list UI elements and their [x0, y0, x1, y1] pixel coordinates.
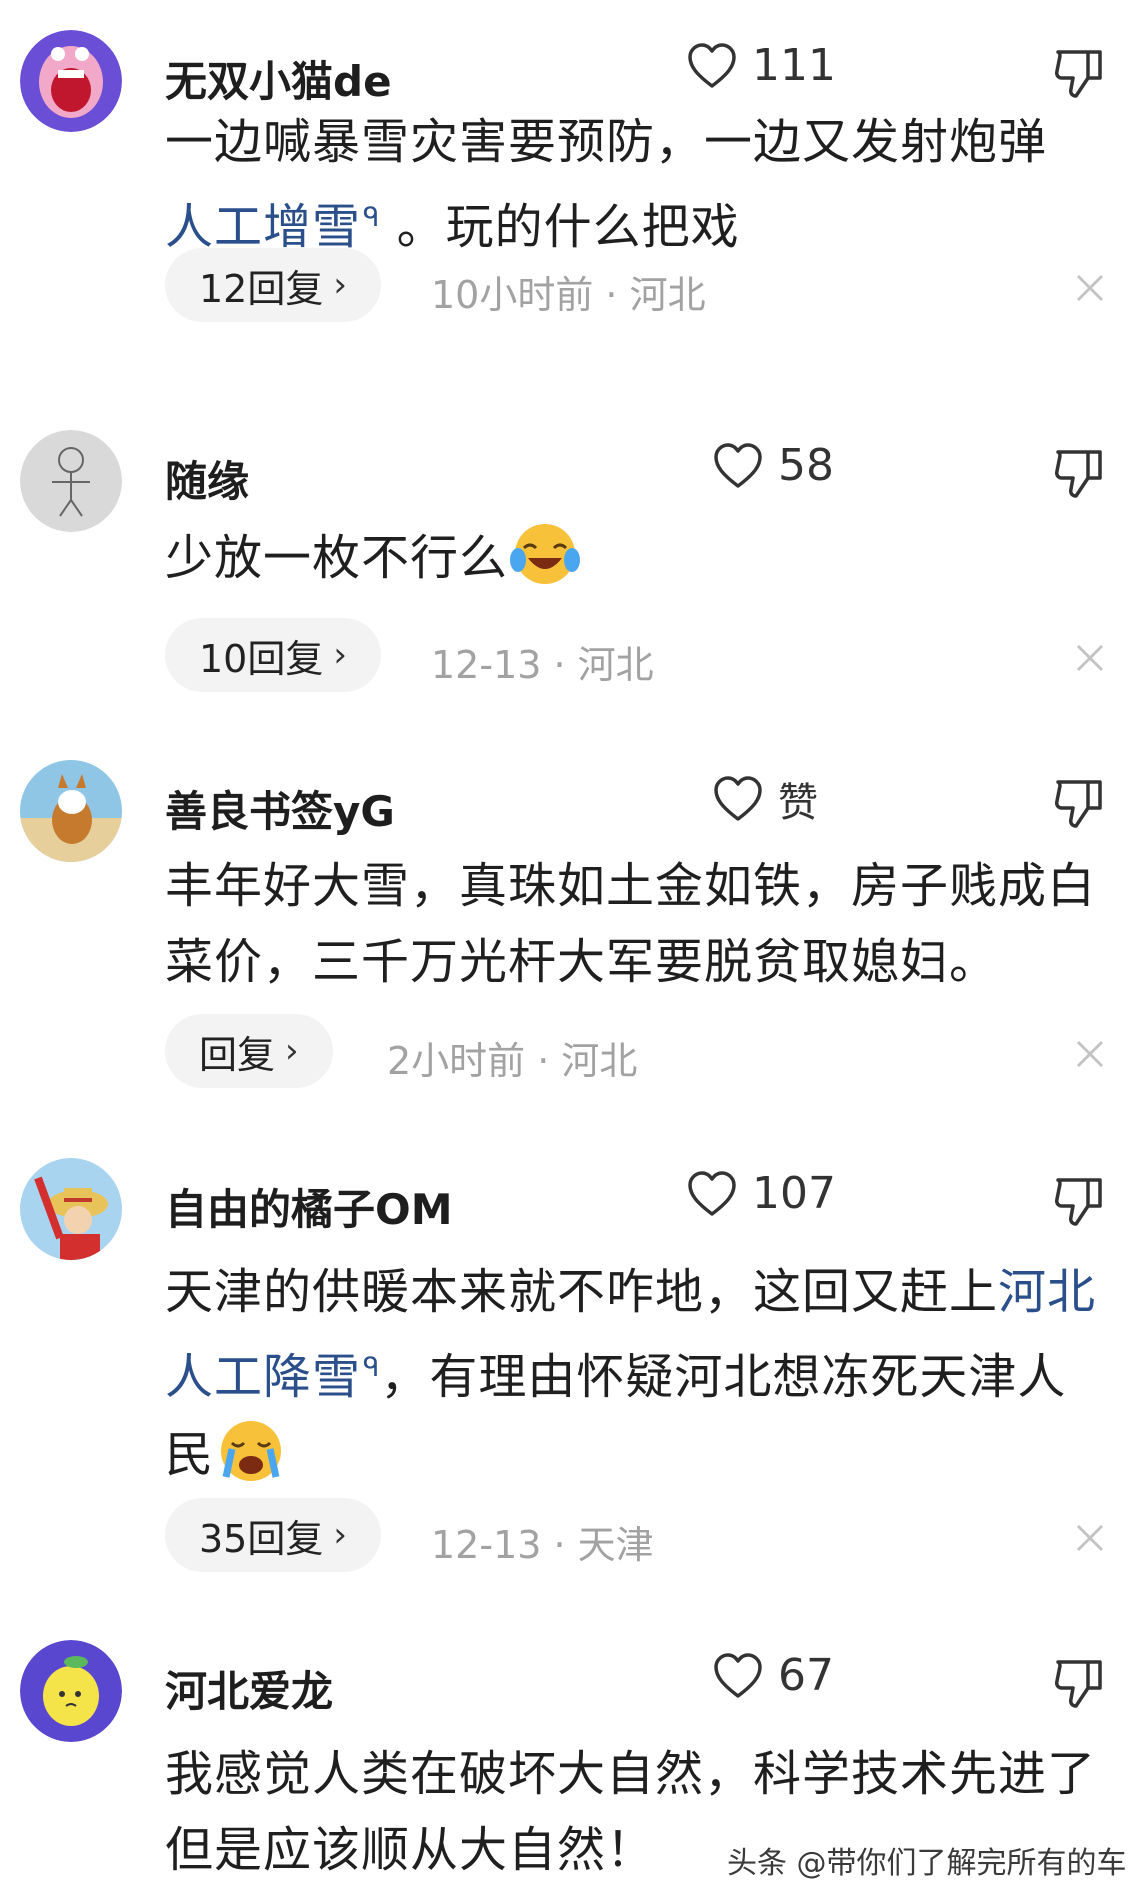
- comment-text: 天津的供暖本来就不咋地，这回又赶上河北人工降雪ᑫ，有理由怀疑河北想冻死天津人民: [165, 1254, 1105, 1493]
- thumbs-down-icon: [1055, 780, 1102, 828]
- search-icon: ᑫ: [363, 1353, 381, 1383]
- avatar[interactable]: [20, 1158, 122, 1260]
- search-link[interactable]: 人工增雪ᑫ: [165, 199, 380, 255]
- close-icon: [1076, 644, 1104, 672]
- heart-outline-icon: [688, 1170, 736, 1216]
- like-button[interactable]: 58: [712, 440, 834, 491]
- chevron-right-icon: ›: [333, 635, 347, 675]
- replies-button[interactable]: 12回复 ›: [165, 248, 381, 322]
- comment-text-part: 天津的供暖本来就不咋地，这回又赶上: [165, 1264, 999, 1320]
- like-button[interactable]: 67: [712, 1650, 834, 1701]
- comment-text-part: 少放一枚不行么: [165, 530, 509, 586]
- dislike-button[interactable]: [1052, 444, 1106, 500]
- heart-outline-icon: [688, 42, 736, 88]
- comment-text: 少放一枚不行么: [165, 518, 1105, 596]
- like-button[interactable]: 107: [686, 1168, 836, 1219]
- comment-text-part: 。玩的什么把戏: [396, 199, 740, 255]
- comment-text: 一边喊暴雪灾害要预防，一边又发射炮弹 人工增雪ᑫ 。玩的什么把戏: [165, 104, 1105, 265]
- dislike-button[interactable]: [1052, 774, 1106, 830]
- replies-label: 10回复: [199, 636, 324, 681]
- replies-label: 12回复: [199, 266, 324, 311]
- like-count: 67: [778, 1650, 834, 1701]
- chevron-right-icon: ›: [285, 1031, 299, 1071]
- comment-meta: 35回复 › 12-13 · 天津: [165, 1498, 1105, 1572]
- dislike-button[interactable]: [1052, 1654, 1106, 1710]
- like-count: 赞: [778, 780, 818, 826]
- like-button[interactable]: 111: [686, 40, 836, 91]
- replies-button[interactable]: 10回复 ›: [165, 618, 381, 692]
- avatar[interactable]: [20, 430, 122, 532]
- close-icon: [1076, 274, 1104, 302]
- username[interactable]: 河北爱龙: [165, 1658, 333, 1719]
- laughing-tears-emoji: [510, 524, 581, 584]
- replies-button[interactable]: 35回复 ›: [165, 1498, 381, 1572]
- like-count: 111: [752, 40, 836, 91]
- close-icon: [1076, 1524, 1104, 1552]
- chevron-right-icon: ›: [333, 1515, 347, 1555]
- like-count: 58: [778, 440, 834, 491]
- comment-text-part: 一边喊暴雪灾害要预防，一边又发射炮弹: [165, 114, 1048, 170]
- username[interactable]: 自由的橘子OM: [165, 1176, 453, 1237]
- replies-label: 35回复: [199, 1516, 324, 1561]
- time-location: 10小时前 · 河北: [431, 273, 706, 317]
- thumbs-down-icon: [1055, 1178, 1102, 1226]
- close-button[interactable]: [1072, 640, 1108, 676]
- crying-emoji: [221, 1421, 282, 1481]
- close-button[interactable]: [1072, 1520, 1108, 1556]
- time-location: 2小时前 · 河北: [387, 1039, 638, 1083]
- comment-text: 丰年好大雪，真珠如土金如铁，房子贱成白菜价，三千万光杆大军要脱贫取媳妇。: [165, 858, 1097, 990]
- username[interactable]: 善良书签yG: [165, 778, 395, 839]
- search-link-label: 人工增雪: [165, 199, 362, 255]
- heart-outline-icon: [714, 776, 762, 821]
- avatar[interactable]: [20, 1640, 122, 1742]
- comment-meta: 回复 › 2小时前 · 河北: [165, 1014, 1105, 1088]
- username[interactable]: 无双小猫de: [165, 48, 392, 109]
- thumbs-down-icon: [1055, 450, 1102, 498]
- avatar[interactable]: [20, 30, 122, 132]
- comment-meta: 10回复 › 12-13 · 河北: [165, 618, 1105, 692]
- heart-outline-icon: [714, 442, 762, 488]
- heart-outline-icon: [714, 1652, 762, 1698]
- thumbs-down-icon: [1055, 50, 1102, 98]
- avatar[interactable]: [20, 760, 122, 862]
- watermark: 头条 @带你们了解完所有的车: [727, 1846, 1127, 1881]
- replies-button[interactable]: 回复 ›: [165, 1014, 333, 1088]
- like-count: 107: [752, 1168, 836, 1219]
- dislike-button[interactable]: [1052, 44, 1106, 100]
- chevron-right-icon: ›: [333, 265, 347, 305]
- close-button[interactable]: [1072, 270, 1108, 306]
- like-button[interactable]: 赞: [712, 770, 818, 828]
- time-location: 12-13 · 河北: [431, 643, 654, 687]
- replies-label: 回复: [199, 1032, 276, 1077]
- time-location: 12-13 · 天津: [431, 1523, 654, 1567]
- close-icon: [1076, 1040, 1104, 1068]
- username[interactable]: 随缘: [165, 448, 249, 509]
- comment-meta: 12回复 › 10小时前 · 河北: [165, 248, 1105, 322]
- thumbs-down-icon: [1055, 1660, 1102, 1708]
- search-icon: ᑫ: [363, 203, 381, 233]
- close-button[interactable]: [1072, 1036, 1108, 1072]
- dislike-button[interactable]: [1052, 1172, 1106, 1228]
